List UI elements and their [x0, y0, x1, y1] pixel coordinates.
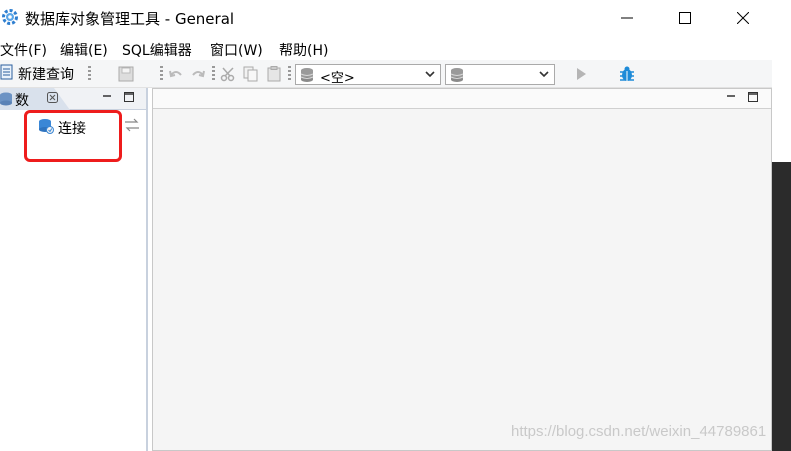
debug-bug-icon[interactable]: [618, 64, 636, 84]
navigator-panel-header: 数: [0, 88, 146, 110]
connection-select-value: <空>: [320, 71, 355, 86]
minimize-button[interactable]: [598, 0, 656, 35]
toolbar-grip: [212, 66, 215, 82]
title-bar: 数据库对象管理工具 - General: [0, 0, 772, 35]
undo-icon[interactable]: [168, 64, 184, 84]
menu-edit[interactable]: 编辑(E): [60, 40, 108, 60]
watermark-text: https://blog.csdn.net/weixin_44789861: [511, 423, 767, 440]
menu-help[interactable]: 帮助(H): [279, 40, 328, 60]
maximize-view-icon[interactable]: [124, 92, 134, 105]
maximize-button[interactable]: [656, 0, 714, 35]
minimize-view-icon[interactable]: [102, 92, 112, 105]
new-query-button[interactable]: 新建查询: [0, 64, 74, 84]
link-sync-icon[interactable]: [124, 118, 140, 136]
navigator-tab-label: 数: [15, 93, 29, 109]
menu-file[interactable]: 文件(F): [0, 40, 47, 60]
background-dark-area: [772, 162, 791, 451]
database-select[interactable]: [445, 64, 555, 85]
menu-sql-editor[interactable]: SQL编辑器: [122, 40, 192, 60]
toolbar: 新建查询 <空>: [0, 60, 772, 88]
paste-icon[interactable]: [266, 64, 282, 84]
highlight-box: [24, 110, 122, 162]
chevron-down-icon: [424, 68, 436, 84]
close-icon[interactable]: [47, 92, 58, 106]
toolbar-grip: [88, 66, 91, 82]
close-button[interactable]: [714, 0, 772, 35]
document-icon: [0, 64, 14, 84]
copy-icon[interactable]: [243, 64, 259, 84]
toolbar-grip: [160, 66, 163, 82]
editor-header: [153, 89, 771, 109]
connection-select[interactable]: <空>: [295, 64, 441, 87]
toolbar-grip: [288, 66, 291, 82]
database-tab-icon: [0, 91, 13, 111]
gear-icon: [0, 7, 20, 27]
save-icon[interactable]: [118, 64, 134, 84]
menu-bar: 文件(F) 编辑(E) SQL编辑器 窗口(W) 帮助(H): [0, 38, 772, 60]
editor-area: [152, 88, 772, 451]
redo-icon[interactable]: [190, 64, 206, 84]
background-strip: [772, 0, 791, 451]
minimize-view-icon[interactable]: [726, 92, 736, 105]
new-query-label: 新建查询: [18, 67, 74, 83]
maximize-view-icon[interactable]: [748, 92, 758, 105]
cut-icon[interactable]: [220, 64, 236, 84]
run-icon[interactable]: [574, 64, 588, 84]
database-icon: [299, 67, 315, 87]
database-icon: [449, 67, 465, 87]
chevron-down-icon: [538, 68, 550, 84]
window-title: 数据库对象管理工具 - General: [25, 10, 235, 28]
menu-window[interactable]: 窗口(W): [210, 40, 263, 60]
app-window: 数据库对象管理工具 - General 文件(F) 编辑(E) SQL编辑器 窗…: [0, 0, 772, 451]
